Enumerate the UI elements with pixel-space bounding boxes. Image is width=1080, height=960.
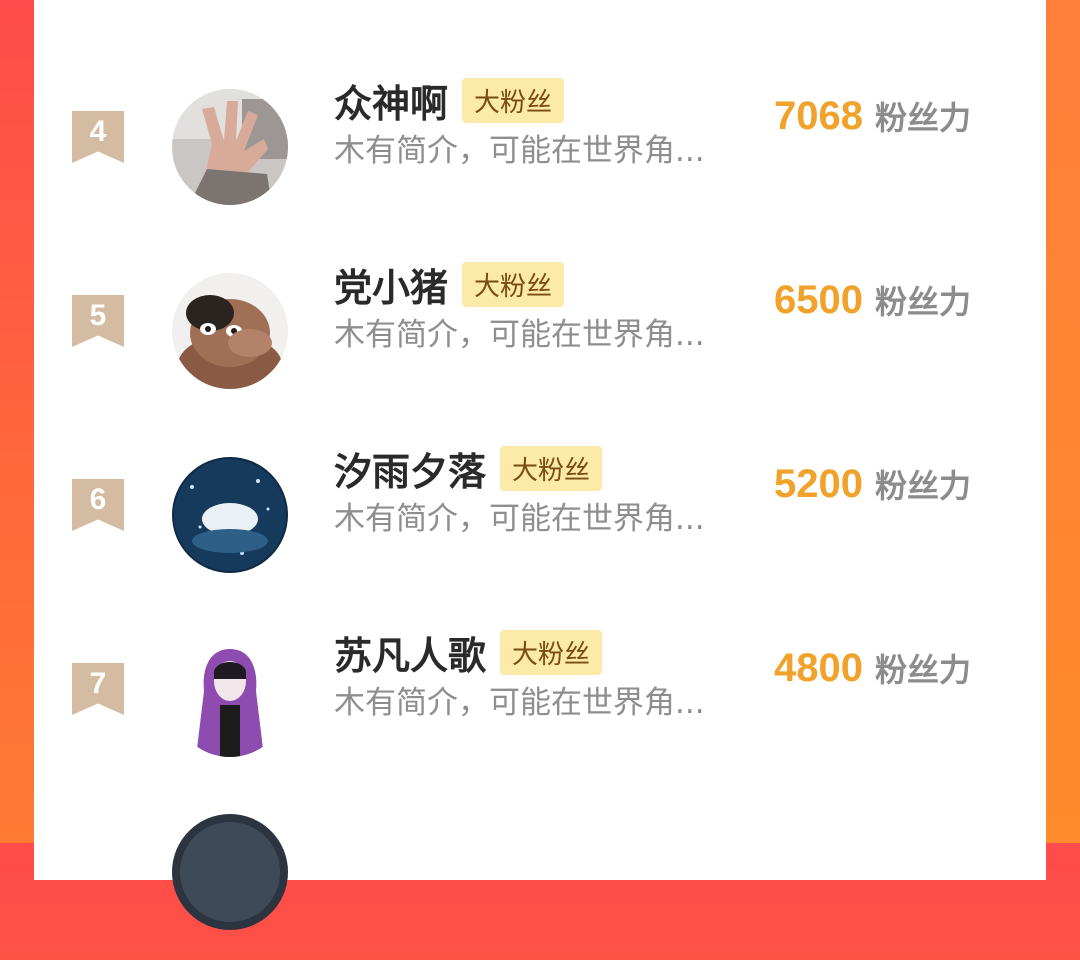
avatar[interactable] bbox=[172, 641, 288, 757]
fan-level-badge: 大粉丝 bbox=[500, 446, 603, 491]
rank-badge: 7 bbox=[72, 663, 124, 715]
fan-power-value: 7068 bbox=[774, 94, 863, 138]
fan-power-unit: 粉丝力 bbox=[874, 283, 971, 321]
user-bio: 木有简介，可能在世界角... bbox=[334, 685, 705, 721]
avatar[interactable] bbox=[172, 89, 288, 205]
username[interactable]: 众神啊 bbox=[334, 73, 448, 128]
avatar[interactable] bbox=[172, 457, 288, 573]
fan-power-unit: 粉丝力 bbox=[874, 99, 971, 137]
fan-level-badge: 大粉丝 bbox=[462, 262, 565, 307]
avatar[interactable] bbox=[172, 814, 288, 930]
fan-power: 6500 粉丝力 bbox=[774, 277, 971, 323]
fan-power: 4800 粉丝力 bbox=[774, 645, 971, 691]
username[interactable]: 苏凡人歌 bbox=[334, 625, 486, 680]
user-bio: 木有简介，可能在世界角... bbox=[334, 133, 705, 169]
username[interactable]: 汐雨夕落 bbox=[334, 441, 486, 496]
user-bio: 木有简介，可能在世界角... bbox=[334, 501, 705, 537]
fan-power-value: 6500 bbox=[774, 278, 863, 322]
user-bio: 木有简介，可能在世界角... bbox=[334, 317, 705, 353]
rank-number: 4 bbox=[89, 115, 107, 148]
list-item[interactable]: 7 苏凡人歌 大粉丝 木有简介，可能在世界角... 4800 粉丝力 bbox=[34, 625, 1046, 775]
rank-badge: 5 bbox=[72, 295, 124, 347]
list-item[interactable]: 5 党小猪 大粉丝 木有简介，可能在世界角... 6500 粉丝力 bbox=[34, 257, 1046, 407]
fan-power-value: 5200 bbox=[774, 462, 863, 506]
avatar[interactable] bbox=[172, 273, 288, 389]
rank-number: 5 bbox=[89, 299, 107, 332]
fan-power: 5200 粉丝力 bbox=[774, 461, 971, 507]
list-item[interactable]: 6 汐雨夕落 大粉丝 木有简介，可能在世界角... 5200 粉丝力 bbox=[34, 441, 1046, 591]
fan-power-unit: 粉丝力 bbox=[874, 651, 971, 689]
list-item-partial[interactable] bbox=[34, 810, 1046, 960]
fan-ranking-card: 4 众神啊 大粉丝 木有简介，可能在世界角... 7068 粉丝力 5 党小猪 … bbox=[34, 0, 1046, 930]
right-gradient-edge bbox=[1046, 0, 1080, 843]
fan-level-badge: 大粉丝 bbox=[462, 78, 565, 123]
rank-number: 6 bbox=[89, 483, 107, 516]
fan-level-badge: 大粉丝 bbox=[500, 630, 603, 675]
rank-badge: 4 bbox=[72, 111, 124, 163]
rank-number: 7 bbox=[89, 667, 107, 700]
username[interactable]: 党小猪 bbox=[334, 257, 448, 312]
list-item[interactable]: 4 众神啊 大粉丝 木有简介，可能在世界角... 7068 粉丝力 bbox=[34, 73, 1046, 223]
fan-power: 7068 粉丝力 bbox=[774, 93, 971, 139]
fan-power-unit: 粉丝力 bbox=[874, 467, 971, 505]
rank-badge: 6 bbox=[72, 479, 124, 531]
fan-power-value: 4800 bbox=[774, 646, 863, 690]
